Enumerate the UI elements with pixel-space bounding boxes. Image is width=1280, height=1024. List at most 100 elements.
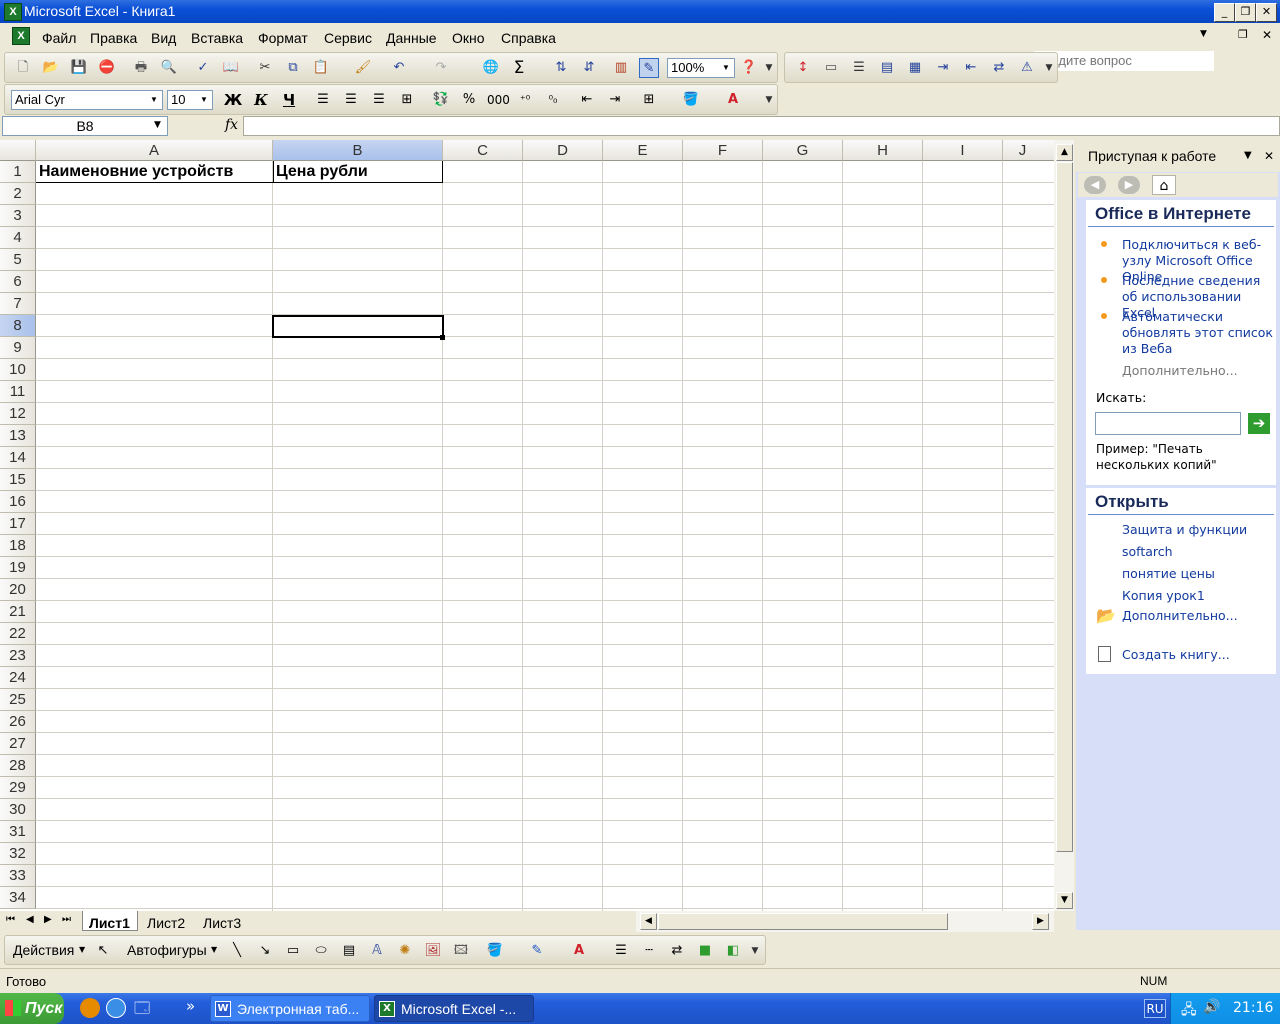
- row-header[interactable]: 8: [0, 315, 36, 337]
- row-header[interactable]: 29: [0, 777, 36, 799]
- trace-dependents-icon[interactable]: ⇤: [961, 58, 981, 78]
- font-size-select[interactable]: 10 ▼: [167, 90, 213, 110]
- close-button[interactable]: ✕: [1256, 3, 1277, 22]
- row-header[interactable]: 28: [0, 755, 36, 777]
- actions-menu[interactable]: Действия: [13, 942, 74, 958]
- menu-file[interactable]: Файл: [42, 30, 76, 46]
- borders-icon[interactable]: ⊞: [639, 90, 659, 110]
- row-header[interactable]: 21: [0, 601, 36, 623]
- workbook-icon[interactable]: X: [12, 27, 30, 45]
- row-header[interactable]: 34: [0, 887, 36, 909]
- row-header[interactable]: 5: [0, 249, 36, 271]
- row-header[interactable]: 10: [0, 359, 36, 381]
- bold-button[interactable]: Ж: [223, 90, 243, 110]
- task-pane-dropdown-icon[interactable]: ▼: [1244, 150, 1252, 161]
- font-select[interactable]: Arial Cyr ▼: [11, 90, 163, 110]
- menu-format[interactable]: Формат: [258, 30, 308, 46]
- trace-precedents-icon[interactable]: ⇥: [933, 58, 953, 78]
- minimize-button[interactable]: _: [1214, 3, 1235, 22]
- ask-question-input[interactable]: Введите вопрос: [1034, 51, 1214, 71]
- row-header[interactable]: 25: [0, 689, 36, 711]
- diagram-icon[interactable]: ✺: [395, 941, 415, 961]
- row-header[interactable]: 11: [0, 381, 36, 403]
- name-box[interactable]: B8: [2, 116, 168, 136]
- new-icon[interactable]: 🗋: [13, 58, 33, 78]
- volume-icon[interactable]: 🔊: [1203, 999, 1220, 1015]
- formula-input[interactable]: [243, 116, 1280, 136]
- scroll-left-button[interactable]: ◀: [640, 913, 657, 930]
- autoshapes-dropdown-icon[interactable]: ▼: [211, 945, 217, 954]
- row-header[interactable]: 30: [0, 799, 36, 821]
- recent-file-4[interactable]: Копия урок1: [1122, 588, 1205, 604]
- fill-handle[interactable]: [440, 335, 445, 340]
- line-color-icon[interactable]: ✎: [527, 941, 547, 961]
- list-icon[interactable]: ☰: [849, 58, 869, 78]
- autosum-icon[interactable]: Σ: [509, 58, 529, 78]
- line-icon[interactable]: ╲: [227, 941, 247, 961]
- print-preview-icon[interactable]: 🔍: [159, 58, 179, 78]
- row-header[interactable]: 13: [0, 425, 36, 447]
- doc-close-icon[interactable]: ✕: [1262, 28, 1272, 42]
- chart-wizard-icon[interactable]: ▥: [611, 58, 631, 78]
- error-check-icon[interactable]: ⚠: [1017, 58, 1037, 78]
- autoshapes-menu[interactable]: Автофигуры: [127, 942, 207, 958]
- row-header[interactable]: 6: [0, 271, 36, 293]
- vertical-scrollbar[interactable]: ▲ ▼: [1054, 140, 1074, 911]
- shadow-style-icon[interactable]: ■: [695, 941, 715, 961]
- currency-icon[interactable]: 💱: [431, 90, 451, 110]
- ask-dropdown-icon[interactable]: ▼: [1200, 29, 1207, 39]
- toolbar-options-icon[interactable]: ▼: [763, 58, 775, 78]
- row-header[interactable]: 20: [0, 579, 36, 601]
- undo-icon[interactable]: ↶: [389, 58, 409, 78]
- prev-sheet-icon[interactable]: ◀: [26, 914, 34, 925]
- menu-help[interactable]: Справка: [501, 30, 556, 46]
- row-header[interactable]: 7: [0, 293, 36, 315]
- sheet-tab-1[interactable]: Лист1: [89, 915, 130, 931]
- select-objects-icon[interactable]: ↖: [93, 941, 113, 961]
- text-box-icon[interactable]: ▭: [821, 58, 841, 78]
- open-icon[interactable]: 📂: [41, 58, 61, 78]
- link-create-workbook[interactable]: Создать книгу...: [1122, 647, 1230, 663]
- first-sheet-icon[interactable]: ⏮: [6, 914, 15, 925]
- font-size-dropdown-icon[interactable]: ▼: [197, 92, 211, 108]
- row-header[interactable]: 31: [0, 821, 36, 843]
- row-header[interactable]: 17: [0, 513, 36, 535]
- show-desktop-icon[interactable]: 🗔: [134, 998, 154, 1018]
- active-cell-b8[interactable]: [272, 315, 444, 338]
- link-more-online[interactable]: Дополнительно...: [1122, 363, 1238, 379]
- wordart-icon[interactable]: 𝔸: [367, 941, 387, 961]
- format-painter-icon[interactable]: 🖌: [353, 58, 373, 78]
- doc-restore-icon[interactable]: ❐: [1238, 28, 1248, 41]
- paste-icon[interactable]: 📋: [311, 58, 331, 78]
- worksheet-grid[interactable]: A B C D E F G H I J 1 2 3 4 5 6 7 8 9 10 11 12 13 14 1…: [0, 140, 1054, 911]
- row-height-icon[interactable]: ↕: [793, 58, 813, 78]
- row-header[interactable]: 19: [0, 557, 36, 579]
- search-input[interactable]: [1095, 412, 1241, 435]
- taskbar-excel-window[interactable]: Microsoft Excel -...: [374, 995, 534, 1022]
- font-dropdown-icon[interactable]: ▼: [147, 92, 161, 108]
- insert-function-icon[interactable]: fx: [225, 117, 238, 133]
- task-pane-close-icon[interactable]: ✕: [1264, 149, 1274, 163]
- name-box-dropdown-icon[interactable]: ▼: [154, 120, 161, 130]
- quicklaunch-more[interactable]: »: [186, 997, 195, 1015]
- row-header[interactable]: 27: [0, 733, 36, 755]
- row-header[interactable]: 32: [0, 843, 36, 865]
- align-left-icon[interactable]: ☰: [313, 90, 333, 110]
- comma-style-button[interactable]: 000: [487, 90, 510, 110]
- clock[interactable]: 21:16: [1233, 1000, 1273, 1016]
- help-icon[interactable]: ❓: [739, 58, 759, 78]
- menu-insert[interactable]: Вставка: [191, 30, 243, 46]
- decrease-decimal-icon[interactable]: ⁰₀: [543, 90, 563, 110]
- language-indicator[interactable]: RU: [1144, 999, 1166, 1018]
- taskbar-word-document[interactable]: Электронная таб...: [210, 995, 370, 1022]
- back-icon[interactable]: ◀: [1084, 176, 1106, 194]
- research-icon[interactable]: 📖: [221, 58, 241, 78]
- copy-icon[interactable]: ⧉: [283, 58, 303, 78]
- 3d-style-icon[interactable]: ◧: [723, 941, 743, 961]
- row-header[interactable]: 1: [0, 161, 36, 183]
- quicklaunch-browser-icon[interactable]: [106, 998, 126, 1018]
- excel-app-icon[interactable]: X: [4, 3, 22, 21]
- network-icon[interactable]: 🖧: [1181, 999, 1197, 1023]
- menu-data[interactable]: Данные: [386, 30, 437, 46]
- sort-descending-icon[interactable]: ⇵: [579, 58, 599, 78]
